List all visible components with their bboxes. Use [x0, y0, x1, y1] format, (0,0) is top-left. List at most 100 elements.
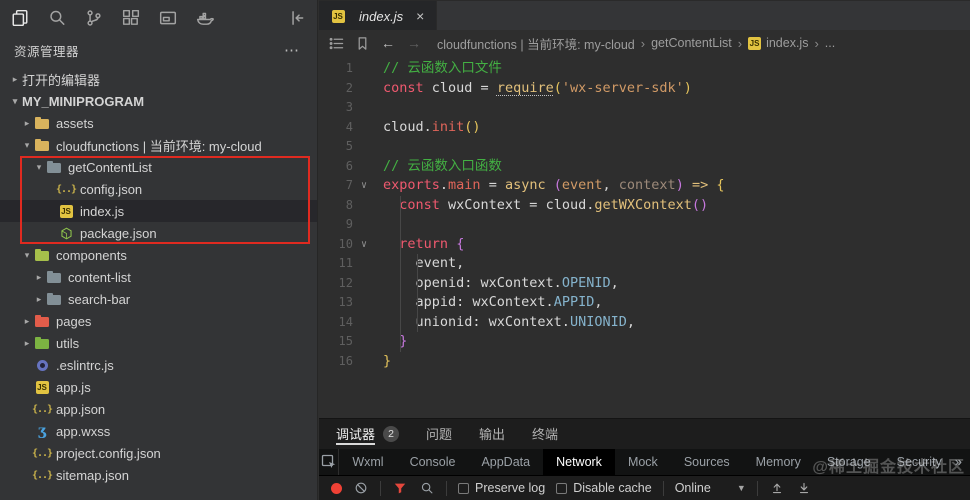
- panel-tab-debugger[interactable]: 调试器 2: [336, 419, 400, 449]
- tree-item-sitemap-json[interactable]: {..} sitemap.json: [0, 464, 317, 486]
- more-tabs-icon[interactable]: »: [955, 449, 970, 476]
- tree-item-config-json[interactable]: {..} config.json: [0, 178, 317, 200]
- tree-item-pages[interactable]: ▸ pages: [0, 310, 317, 332]
- window-icon[interactable]: [158, 8, 178, 28]
- chevron-down-icon[interactable]: ▾: [20, 250, 34, 261]
- fold-chevron-icon[interactable]: ∨: [353, 235, 375, 255]
- navigate-back-icon[interactable]: ←: [377, 33, 399, 53]
- chevron-right-icon[interactable]: ▸: [20, 118, 34, 129]
- panel-tab-problems[interactable]: 问题: [426, 419, 452, 449]
- fold-gutter: [353, 293, 375, 313]
- devtools-tab-network[interactable]: Network: [543, 448, 615, 476]
- chevron-down-icon[interactable]: ▾: [32, 162, 46, 173]
- search-icon[interactable]: [419, 480, 435, 496]
- chevron-down-icon[interactable]: ▾: [8, 96, 22, 107]
- folder-yellow-icon: [34, 115, 50, 131]
- search-icon[interactable]: [47, 8, 67, 28]
- chevron-right-icon[interactable]: ▸: [32, 272, 46, 283]
- import-har-icon[interactable]: [769, 480, 785, 496]
- collapse-sidebar-icon[interactable]: [287, 8, 307, 28]
- tree-item-app-json[interactable]: {..} app.json: [0, 398, 317, 420]
- line-number: 4: [345, 119, 353, 134]
- tree-item-app-wxss[interactable]: ʒ app.wxss: [0, 420, 317, 442]
- tree-item-getcontentlist[interactable]: ▾ getContentList: [0, 156, 317, 178]
- tree-item-index-js[interactable]: JS index.js: [0, 200, 317, 222]
- code-line-3: 3: [319, 98, 970, 118]
- breadcrumb-item-cloudfunctions-my-cloud[interactable]: cloudfunctions | 当前环境: my-cloud: [437, 34, 635, 53]
- tree-item-item[interactable]: ▸ 打开的编辑器: [0, 68, 317, 90]
- checkbox[interactable]: [458, 482, 469, 494]
- js-file-icon: JS: [331, 9, 345, 23]
- devtools-tab-mock[interactable]: Mock: [615, 449, 671, 476]
- tree-item-label: search-bar: [68, 291, 131, 307]
- devtools-tab-storage[interactable]: Storage: [814, 449, 884, 476]
- divider: [380, 480, 381, 496]
- tree-item-search-bar[interactable]: ▸ search-bar: [0, 288, 317, 310]
- tree-item-label: components: [56, 247, 127, 263]
- fold-gutter: [353, 157, 375, 177]
- checkbox[interactable]: [556, 482, 568, 494]
- code-text: }: [383, 352, 392, 369]
- chevron-right-icon[interactable]: ▸: [8, 74, 22, 85]
- tree-item-project-config-json[interactable]: {..} project.config.json: [0, 442, 317, 464]
- breadcrumb-item-getcontentlist[interactable]: getContentList: [651, 36, 732, 50]
- extensions-icon[interactable]: [121, 8, 141, 28]
- tree-item-app-js[interactable]: JS app.js: [0, 376, 317, 398]
- ide-window: 资源管理器 ⋯ ▸ 打开的编辑器 ▾ MY_MINIPROGRAM ▸ assets ▾ cl…: [0, 0, 970, 500]
- tree-item-utils[interactable]: ▸ utils: [0, 332, 317, 354]
- tree-item-content-list[interactable]: ▸ content-list: [0, 266, 317, 288]
- disable-cache-checkbox[interactable]: Disable cache: [556, 481, 652, 495]
- code-text: return {: [399, 235, 465, 252]
- outline-list-icon[interactable]: [325, 33, 347, 53]
- fold-chevron-icon[interactable]: ∨: [353, 176, 375, 196]
- tree-item-eslintrc-js[interactable]: .eslintrc.js: [0, 354, 317, 376]
- chevron-right-icon[interactable]: ▸: [32, 294, 46, 305]
- devtools-tab-sources[interactable]: Sources: [671, 449, 743, 476]
- inspect-element-icon[interactable]: [319, 448, 340, 476]
- json-icon: {..}: [31, 469, 53, 481]
- docker-icon[interactable]: [195, 8, 215, 28]
- record-button[interactable]: [331, 482, 342, 494]
- line-number: 7: [345, 178, 353, 192]
- export-har-icon[interactable]: [796, 480, 812, 496]
- close-tab-icon[interactable]: ×: [416, 8, 424, 24]
- chevron-right-icon[interactable]: ▸: [20, 316, 34, 327]
- devtools-tab-memory[interactable]: Memory: [743, 449, 814, 476]
- divider: [446, 480, 447, 496]
- chevron-down-icon[interactable]: ▾: [20, 140, 34, 151]
- chevron-right-icon[interactable]: ▸: [20, 338, 34, 349]
- tree-item-package-json[interactable]: package.json: [0, 222, 317, 244]
- bookmark-icon[interactable]: [351, 33, 373, 53]
- clear-icon[interactable]: [353, 480, 369, 496]
- code-text: // 云函数入口文件: [383, 60, 502, 76]
- devtools-tab-appdata[interactable]: AppData: [468, 449, 543, 476]
- devtools-tab-security[interactable]: Security: [884, 449, 955, 476]
- tree-item-cloudfunctions-my-cloud[interactable]: ▾ cloudfunctions | 当前环境: my-cloud: [0, 134, 317, 156]
- line-number: 12: [338, 275, 353, 290]
- tree-item-label: MY_MINIPROGRAM: [22, 93, 145, 109]
- devtools-tab-wxml[interactable]: Wxml: [339, 449, 396, 476]
- code-text: }: [399, 333, 408, 349]
- devtools-tab-console[interactable]: Console: [397, 449, 469, 476]
- line-number: 8: [345, 197, 353, 212]
- throttling-select[interactable]: Online ▼: [675, 481, 746, 495]
- breadcrumb-item-index-js[interactable]: JS index.js: [748, 36, 808, 50]
- files-icon[interactable]: [10, 8, 30, 28]
- code-editor[interactable]: 1 // 云函数入口文件 2 const cloud = require('wx-se…: [319, 56, 970, 418]
- more-actions-icon[interactable]: ⋯: [280, 41, 303, 59]
- tree-item-assets[interactable]: ▸ assets: [0, 112, 317, 134]
- tree-item-label: project.config.json: [56, 445, 161, 461]
- navigate-forward-icon[interactable]: →: [403, 33, 425, 53]
- panel-tab-output[interactable]: 输出: [479, 419, 505, 449]
- editor-region: JS index.js × ← → cloudfunctions | 当前环境:…: [319, 0, 970, 500]
- tree-item-label: pages: [56, 313, 92, 329]
- tree-item-my-miniprogram[interactable]: ▾ MY_MINIPROGRAM: [0, 90, 317, 112]
- source-control-icon[interactable]: [84, 8, 104, 28]
- preserve-log-checkbox[interactable]: Preserve log: [458, 481, 545, 495]
- tree-item-components[interactable]: ▾ components: [0, 244, 317, 266]
- breadcrumb-separator: ›: [814, 35, 819, 51]
- breadcrumb-item-item[interactable]: ...: [825, 36, 835, 50]
- filter-icon[interactable]: [392, 480, 408, 496]
- panel-tab-terminal[interactable]: 终端: [532, 419, 558, 449]
- tab-index-js[interactable]: JS index.js ×: [319, 1, 437, 31]
